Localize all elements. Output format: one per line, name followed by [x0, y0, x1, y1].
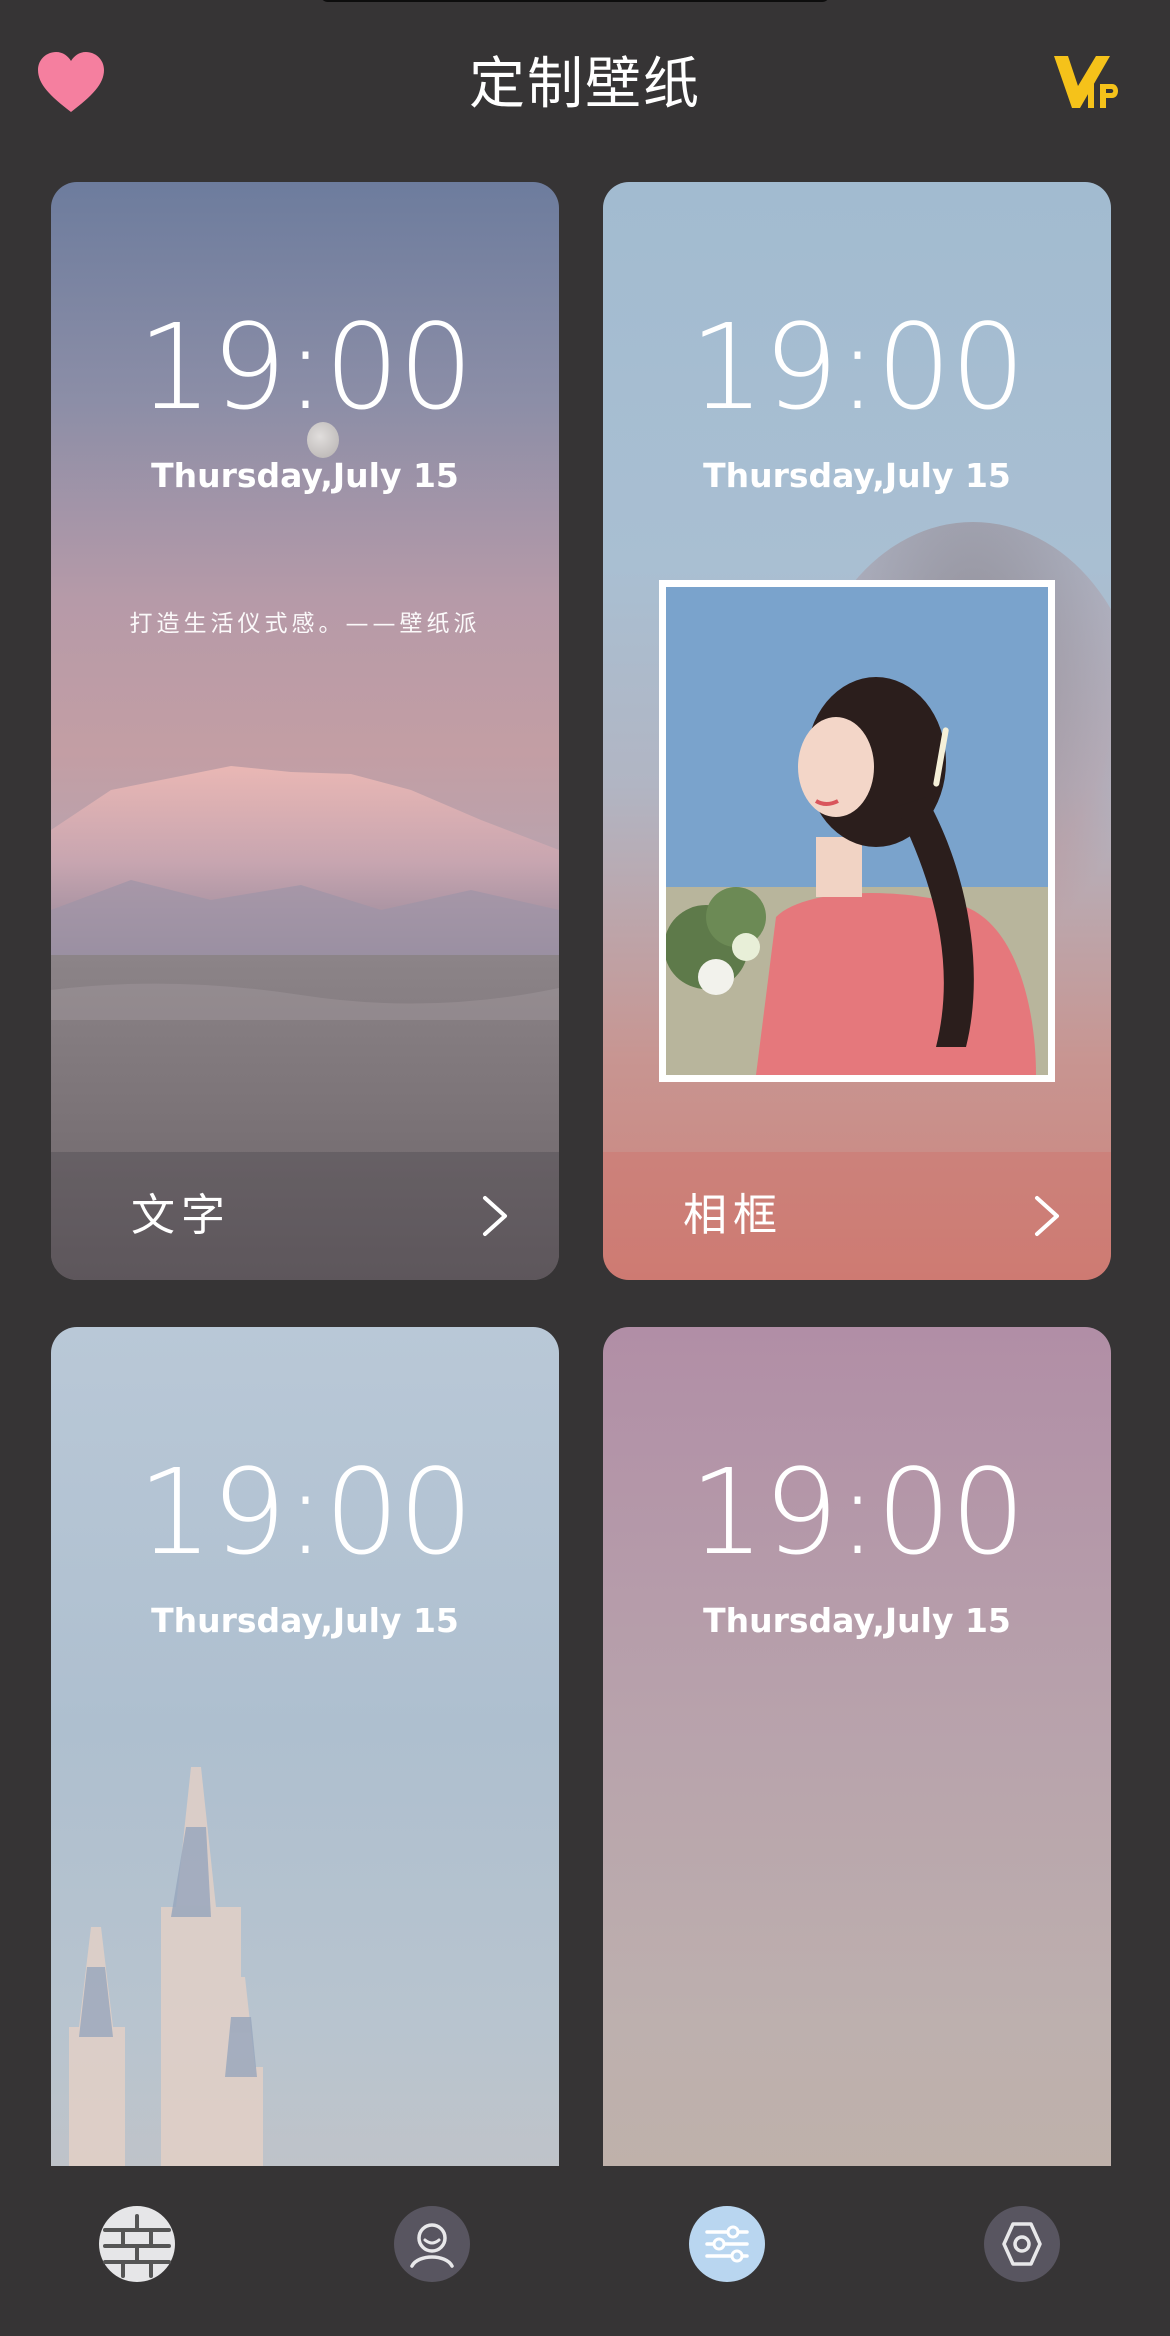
chevron-right-icon: [1035, 1196, 1059, 1236]
nav-item-avatar[interactable]: [394, 2206, 470, 2282]
hexagon-settings-icon: [1002, 2222, 1042, 2266]
bottom-nav: [0, 2166, 1170, 2336]
lockscreen-time: 19:00: [137, 298, 473, 436]
lockscreen-date: Thursday,July 15: [703, 456, 1011, 495]
nav-item-settings[interactable]: [984, 2206, 1060, 2282]
chevron-right-icon: [483, 1196, 507, 1236]
nav-item-wallpapers[interactable]: [99, 2206, 175, 2282]
lockscreen-time: 19:00: [137, 1443, 473, 1581]
card-label-text: 文字: [131, 1190, 231, 1241]
lockscreen-time: 19:00: [689, 1443, 1025, 1581]
portrait-photo: [666, 587, 1048, 1075]
photo-frame: [659, 580, 1055, 1082]
card-footer-text[interactable]: 文字: [51, 1152, 559, 1280]
brick-wall-icon: [103, 2214, 171, 2278]
quote-text: 打造生活仪式感。——壁纸派: [129, 611, 481, 637]
page-title: 定制壁纸: [469, 52, 701, 117]
nav-item-customize[interactable]: [689, 2206, 765, 2282]
card-footer-frame[interactable]: 相框: [603, 1152, 1111, 1280]
sliders-icon: [705, 2225, 749, 2263]
top-bar: 定制壁纸: [0, 40, 1170, 130]
avatar-face-icon: [410, 2223, 454, 2268]
device-notch: [320, 0, 830, 2]
lockscreen-date: Thursday,July 15: [151, 456, 459, 495]
wallpaper-card-text[interactable]: 19:00 Thursday,July 15 打造生活仪式感。——壁纸派 文字: [51, 182, 559, 1280]
lockscreen-date: Thursday,July 15: [703, 1601, 1011, 1640]
wallpaper-card-frame[interactable]: 19:00 Thursday,July 15 相框: [603, 182, 1111, 1280]
lockscreen-date: Thursday,July 15: [151, 1601, 459, 1640]
card-label-frame: 相框: [683, 1190, 783, 1241]
vip-badge-icon[interactable]: [1052, 50, 1122, 120]
custom-wallpaper-page: 定制壁纸 19:00 Thursday,July 15 打造生活仪式感。——壁纸…: [0, 0, 1170, 2336]
lockscreen-time: 19:00: [689, 298, 1025, 436]
